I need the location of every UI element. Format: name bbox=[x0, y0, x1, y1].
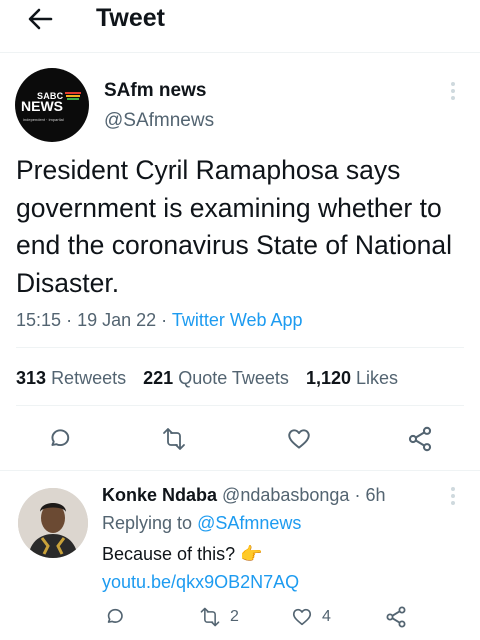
author-handle[interactable]: @SAfmnews bbox=[104, 110, 214, 132]
tweet-stats: 313 Retweets 221 Quote Tweets 1,120 Like… bbox=[16, 366, 410, 390]
divider bbox=[16, 405, 464, 406]
retweets-count: 313 bbox=[16, 368, 47, 388]
replying-to-label: Replying to bbox=[102, 513, 193, 533]
tweet-date[interactable]: 19 Jan 22 bbox=[77, 310, 156, 330]
tweet-text: President Cyril Ramaphosa says governmen… bbox=[16, 155, 453, 298]
meta-separator: · bbox=[354, 485, 366, 505]
avatar-logo-main: NEWS bbox=[21, 98, 63, 114]
reply-icon bbox=[51, 429, 70, 447]
retweet-icon bbox=[200, 607, 220, 627]
like-icon bbox=[288, 429, 310, 449]
share-icon bbox=[386, 606, 406, 628]
person-photo-icon bbox=[18, 488, 88, 558]
replying-to-handle[interactable]: @SAfmnews bbox=[197, 513, 301, 533]
divider bbox=[0, 470, 480, 471]
more-dot-icon bbox=[451, 89, 455, 93]
retweets-label: Retweets bbox=[51, 368, 127, 388]
meta-separator: · bbox=[161, 310, 172, 330]
more-dot-icon bbox=[451, 487, 455, 491]
reply-body: Because of this? bbox=[102, 544, 236, 564]
reply-share-button[interactable] bbox=[384, 605, 408, 629]
more-dot-icon bbox=[451, 494, 455, 498]
tweet-timestamp: 15:15 · 19 Jan 22 · Twitter Web App bbox=[16, 308, 303, 332]
retweet-button[interactable] bbox=[160, 425, 188, 453]
reply-like-button[interactable]: 4 bbox=[290, 606, 331, 628]
reply-icon bbox=[107, 608, 123, 623]
divider bbox=[16, 347, 464, 348]
quote-tweets-label: Quote Tweets bbox=[178, 368, 289, 388]
page-title: Tweet bbox=[96, 4, 165, 32]
likes-stat[interactable]: 1,120 Likes bbox=[306, 368, 398, 388]
more-dot-icon bbox=[451, 82, 455, 86]
reply-author-handle[interactable]: @ndabasbonga bbox=[222, 485, 349, 505]
like-icon bbox=[292, 608, 312, 626]
like-button[interactable] bbox=[285, 425, 313, 453]
retweets-stat[interactable]: 313 Retweets bbox=[16, 368, 126, 388]
share-button[interactable] bbox=[406, 425, 434, 453]
avatar-logo-tagline: independent · impartial bbox=[23, 117, 64, 122]
retweet-icon bbox=[163, 428, 185, 450]
reply-reply-button[interactable] bbox=[104, 606, 126, 628]
quote-tweets-stat[interactable]: 221 Quote Tweets bbox=[143, 368, 289, 388]
reply-author-line: Konke Ndaba @ndabasbonga · 6h bbox=[102, 483, 385, 507]
top-bar: Tweet bbox=[0, 0, 480, 53]
pointing-hand-emoji: 👉 bbox=[240, 544, 263, 564]
author-name[interactable]: SAfm news bbox=[104, 80, 206, 102]
more-options-button[interactable] bbox=[446, 80, 460, 102]
back-button[interactable] bbox=[22, 4, 58, 34]
back-arrow-icon bbox=[28, 8, 53, 30]
reply-button[interactable] bbox=[46, 425, 74, 453]
author-avatar[interactable]: SABC NEWS independent · impartial bbox=[15, 68, 89, 142]
logo-stripes-icon bbox=[65, 92, 81, 100]
replying-to-line: Replying to @SAfmnews bbox=[102, 511, 301, 535]
tweet-source-link[interactable]: Twitter Web App bbox=[172, 310, 303, 330]
reply-retweet-count: 2 bbox=[230, 608, 239, 625]
reply-author-name[interactable]: Konke Ndaba bbox=[102, 485, 217, 505]
tweet-time[interactable]: 15:15 bbox=[16, 310, 61, 330]
likes-label: Likes bbox=[356, 368, 399, 388]
reply-like-count: 4 bbox=[322, 608, 331, 625]
reply-author-avatar[interactable] bbox=[18, 488, 88, 558]
reply-link[interactable]: youtu.be/qkx9OB2N7AQ bbox=[102, 572, 299, 592]
more-dot-icon bbox=[451, 96, 455, 100]
more-dot-icon bbox=[451, 501, 455, 505]
likes-count: 1,120 bbox=[305, 368, 351, 388]
meta-separator: · bbox=[66, 310, 78, 330]
reply-time[interactable]: 6h bbox=[365, 485, 385, 505]
reply-retweet-button[interactable]: 2 bbox=[198, 606, 239, 628]
share-icon bbox=[408, 426, 432, 452]
reply-more-options-button[interactable] bbox=[446, 485, 460, 507]
quote-tweets-count: 221 bbox=[143, 368, 174, 388]
reply-text: Because of this? 👉 youtu.be/qkx9OB2N7AQ bbox=[102, 540, 432, 596]
